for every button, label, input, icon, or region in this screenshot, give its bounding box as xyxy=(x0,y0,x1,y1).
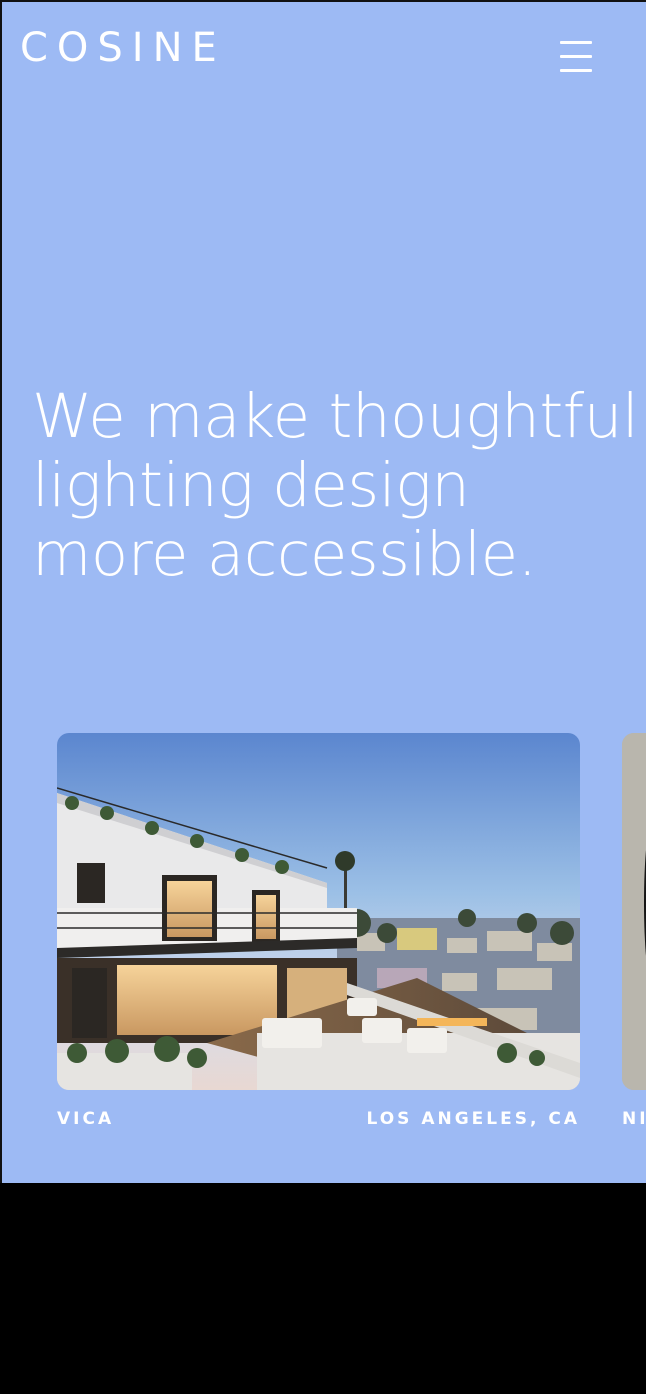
hero-section: COSINE We make thoughtful lighting desig… xyxy=(0,0,646,1183)
logo[interactable]: COSINE xyxy=(20,28,226,68)
menu-bar-bottom xyxy=(560,69,592,72)
footer-section xyxy=(0,1183,646,1394)
portrait-photo[interactable] xyxy=(622,733,646,1090)
menu-bar-top xyxy=(560,41,592,44)
project-card[interactable]: VICA LOS ANGELES, CA xyxy=(57,733,580,1129)
hero-headline: We make thoughtful lighting design more … xyxy=(32,381,639,590)
project-name: NI xyxy=(622,1109,646,1129)
project-location: LOS ANGELES, CA xyxy=(366,1109,580,1129)
project-card[interactable]: NI xyxy=(622,733,646,1129)
page: COSINE We make thoughtful lighting desig… xyxy=(0,0,646,1394)
rooftop-terrace-photo[interactable] xyxy=(57,733,580,1090)
hamburger-menu-icon[interactable] xyxy=(558,39,594,75)
project-name: VICA xyxy=(57,1109,115,1129)
menu-bar-middle xyxy=(560,55,592,58)
